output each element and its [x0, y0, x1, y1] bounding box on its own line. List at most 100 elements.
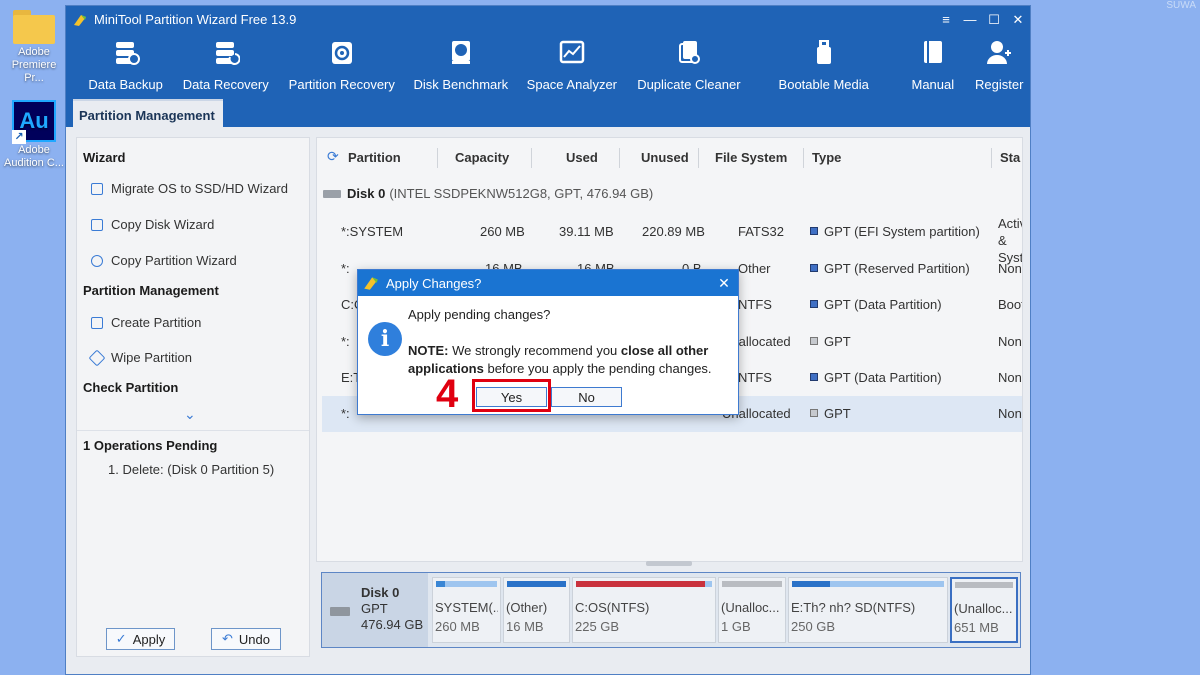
disk-map-info[interactable]: Disk 0 GPT 476.94 GB	[322, 573, 428, 647]
col-capacity[interactable]: Capacity	[455, 150, 509, 165]
close-button[interactable]: ✕	[1006, 12, 1030, 28]
app-logo-icon	[74, 14, 86, 26]
divider	[77, 430, 309, 431]
no-button[interactable]: No	[551, 387, 622, 407]
minimize-button[interactable]: —	[958, 12, 982, 27]
partition-name: (Other)	[506, 600, 548, 615]
partition-recovery-button[interactable]: Partition Recovery	[278, 33, 405, 92]
duplicate-cleaner-icon	[678, 41, 700, 64]
migrate-os-item[interactable]: Migrate OS to SSD/HD Wizard	[91, 181, 288, 196]
toolbar-label: Data Recovery	[182, 77, 269, 92]
toolbar-label: Duplicate Cleaner	[637, 77, 741, 92]
copy-disk-icon	[91, 218, 103, 231]
info-icon: i	[368, 322, 402, 356]
disk-icon	[330, 607, 350, 616]
duplicate-cleaner-button[interactable]: Duplicate Cleaner	[627, 33, 750, 92]
data-recovery-button[interactable]: Data Recovery	[173, 33, 278, 92]
col-partition[interactable]: Partition	[348, 150, 401, 165]
dialog-title: Apply Changes?	[386, 275, 482, 291]
cell-status: None	[998, 261, 1022, 276]
type-swatch-icon	[810, 409, 818, 417]
undo-label: Undo	[238, 631, 270, 647]
data-recovery-icon	[215, 42, 241, 65]
copy-disk-item[interactable]: Copy Disk Wizard	[91, 217, 214, 232]
panel-splitter[interactable]	[646, 561, 692, 566]
menu-button[interactable]: ≡	[934, 12, 958, 27]
apply-label: Apply	[132, 631, 166, 647]
folder-icon	[13, 10, 55, 44]
toolbar-label: Manual	[911, 77, 955, 92]
partition-name: E:Th? nh? SD(NTFS)	[791, 600, 916, 615]
cell-type: GPT (Data Partition)	[824, 297, 942, 312]
cell-type: GPT	[824, 406, 851, 421]
cell-partition: *:SYSTEM	[341, 224, 404, 239]
action-panel: Wizard Migrate OS to SSD/HD Wizard Copy …	[76, 137, 310, 657]
col-unused[interactable]: Unused	[641, 150, 689, 165]
cell-status: None	[998, 334, 1022, 349]
dialog-close-icon[interactable]: ✕	[710, 275, 738, 292]
col-status[interactable]: Sta	[1000, 150, 1020, 165]
partition-name: SYSTEM(...	[435, 600, 498, 615]
partition-size: 260 MB	[435, 619, 480, 634]
disk-detail: (INTEL SSDPEKNW512G8, GPT, 476.94 GB)	[389, 186, 654, 201]
cell-fs: FATS32	[738, 224, 785, 239]
tab-partition-management[interactable]: Partition Management	[73, 99, 223, 127]
type-swatch-icon	[810, 264, 818, 272]
col-separator	[991, 148, 992, 168]
partition-size: 225 GB	[575, 619, 620, 634]
cell-status: None	[998, 370, 1022, 385]
wipe-partition-item[interactable]: Wipe Partition	[88, 349, 192, 366]
usage-bar	[576, 581, 706, 587]
check-icon: ✓	[115, 631, 127, 646]
col-file-system[interactable]: File System	[715, 150, 787, 165]
expand-chevron-icon[interactable]: ⌄	[184, 406, 196, 423]
diskmap-partition[interactable]: C:OS(NTFS) 225 GB	[572, 577, 716, 643]
step-number: 4	[436, 372, 459, 416]
space-analyzer-button[interactable]: Space Analyzer	[516, 33, 627, 92]
item-label: Copy Partition Wizard	[111, 253, 237, 268]
toolbar: Data Backup Data Recovery Partition Reco…	[66, 33, 1030, 99]
create-partition-item[interactable]: Create Partition	[91, 315, 201, 330]
register-button[interactable]: Register	[969, 33, 1030, 92]
disk-icon	[323, 189, 341, 198]
wizard-heading: Wizard	[83, 150, 126, 165]
manual-button[interactable]: Manual	[897, 33, 968, 92]
undo-button[interactable]: ↶ Undo	[211, 628, 281, 650]
diskmap-partition[interactable]: (Other) 16 MB	[503, 577, 570, 643]
undo-icon: ↶	[222, 631, 233, 646]
apply-button[interactable]: ✓ Apply	[106, 628, 175, 650]
maximize-button[interactable]: ☐	[982, 12, 1006, 28]
desktop-icon-audition[interactable]: Au ↗ Adobe Audition C...	[2, 100, 66, 170]
diskmap-partition[interactable]: (Unalloc... 1 GB	[718, 577, 786, 643]
cell-partition: *:	[341, 334, 350, 349]
diskmap-partition-selected[interactable]: (Unalloc... 651 MB	[950, 577, 1018, 643]
toolbar-label: Bootable Media	[778, 77, 869, 92]
desktop-icon-premiere[interactable]: Adobe Premiere Pr...	[2, 10, 66, 85]
partition-name: (Unalloc...	[954, 601, 1013, 616]
diskmap-partition[interactable]: E:Th? nh? SD(NTFS) 250 GB	[788, 577, 948, 643]
cell-type: GPT	[824, 334, 851, 349]
col-separator	[531, 148, 532, 168]
col-used[interactable]: Used	[566, 150, 598, 165]
shortcut-arrow-icon: ↗	[12, 130, 26, 144]
toolbar-label: Register	[975, 77, 1024, 92]
cell-used: 39.11 MB	[559, 224, 614, 239]
col-separator	[437, 148, 438, 168]
data-backup-button[interactable]: Data Backup	[78, 33, 173, 92]
refresh-icon[interactable]: ⟳	[327, 148, 339, 165]
check-partition-heading: Check Partition	[83, 380, 179, 395]
cell-type: GPT (EFI System partition)	[824, 224, 980, 239]
usage-bar	[955, 582, 1013, 588]
disk-row[interactable]: Disk 0 (INTEL SSDPEKNW512G8, GPT, 476.94…	[323, 186, 653, 201]
bootable-media-button[interactable]: Bootable Media	[750, 33, 897, 92]
col-type[interactable]: Type	[812, 150, 841, 165]
cell-fs: NTFS	[738, 370, 772, 385]
diskmap-partition[interactable]: SYSTEM(... 260 MB	[432, 577, 501, 643]
diskmap-disk-name: Disk 0	[361, 585, 400, 600]
cell-status: Active & System	[998, 216, 1023, 265]
data-backup-icon	[115, 42, 140, 65]
copy-partition-item[interactable]: Copy Partition Wizard	[91, 253, 237, 268]
usage-bar	[722, 581, 782, 587]
disk-benchmark-button[interactable]: Disk Benchmark	[405, 33, 516, 92]
highlight-box	[472, 379, 551, 412]
